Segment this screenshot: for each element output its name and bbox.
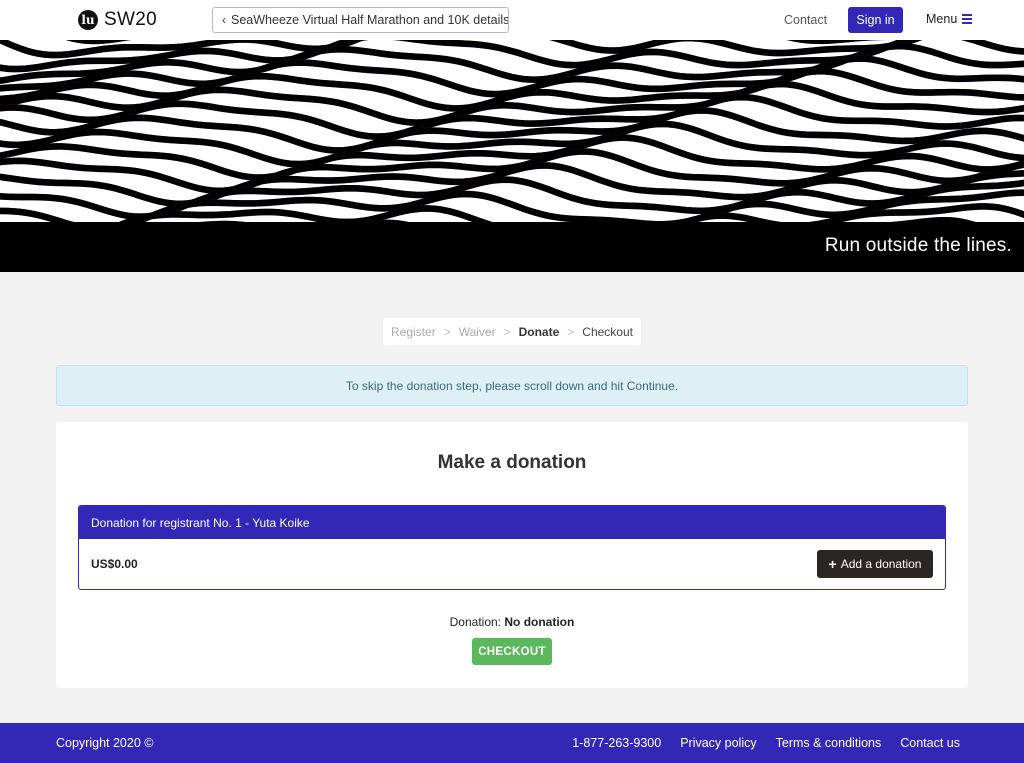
step-separator: > [567,324,575,339]
add-donation-button[interactable]: + Add a donation [817,550,933,578]
footer-privacy-link[interactable]: Privacy policy [680,736,756,750]
donation-summary-label: Donation: [449,615,502,629]
footer-terms-link[interactable]: Terms & conditions [776,736,882,750]
step-checkout: Checkout [582,324,633,339]
step-separator: > [443,324,451,339]
hamburger-icon [962,12,973,26]
donation-card: Make a donation Donation for registrant … [56,422,968,688]
donation-summary-value: No donation [504,615,575,629]
hero-wave-banner [0,40,1024,222]
logo-text: SW20 [104,9,157,30]
wave-pattern-graphic [0,40,1024,222]
nav-contact-link[interactable]: Contact [784,13,827,27]
step-donate: Donate [518,324,560,339]
checkout-steps-breadcrumb: Register > Waiver > Donate > Checkout [383,318,641,345]
checkout-button[interactable]: CHECKOUT [472,638,552,665]
back-button-label: SeaWheeze Virtual Half Marathon and 10K … [231,13,509,27]
registrant-header: Donation for registrant No. 1 - Yuta Koi… [79,506,945,539]
step-register[interactable]: Register [391,325,436,339]
hero-tagline: Run outside the lines. [824,235,1012,256]
footer-phone-link[interactable]: 1-877-263-9300 [572,736,661,750]
donation-summary: Donation: No donation [56,615,968,629]
chevron-left-icon: ‹ [222,13,226,27]
add-donation-label: Add a donation [840,557,922,571]
footer-contact-link[interactable]: Contact us [900,736,960,750]
step-waiver[interactable]: Waiver [459,325,496,339]
event-details-back-button[interactable]: ‹ SeaWheeze Virtual Half Marathon and 10… [212,7,509,33]
skip-donation-notice: To skip the donation step, please scroll… [56,365,968,406]
plus-icon: + [828,556,837,572]
site-logo[interactable]: lu SW20 [78,9,157,31]
step-separator: > [503,324,511,339]
top-navbar: lu SW20 ‹ SeaWheeze Virtual Half Maratho… [0,0,1024,40]
menu-button[interactable]: Menu [926,12,973,26]
hero-tagline-band: Run outside the lines. [0,222,1024,272]
menu-label: Menu [926,12,958,26]
copyright-text: Copyright 2020 © [56,736,154,750]
registrant-donation-panel: Donation for registrant No. 1 - Yuta Koi… [78,505,946,590]
site-footer: Copyright 2020 © 1-877-263-9300 Privacy … [0,723,1024,763]
footer-links: 1-877-263-9300 Privacy policy Terms & co… [572,736,960,750]
donation-amount: US$0.00 [91,557,138,571]
registrant-donation-body: US$0.00 + Add a donation [79,539,945,589]
lululemon-logo-icon: lu [78,10,98,30]
donation-title: Make a donation [437,452,587,473]
sign-in-button[interactable]: Sign in [848,7,903,33]
